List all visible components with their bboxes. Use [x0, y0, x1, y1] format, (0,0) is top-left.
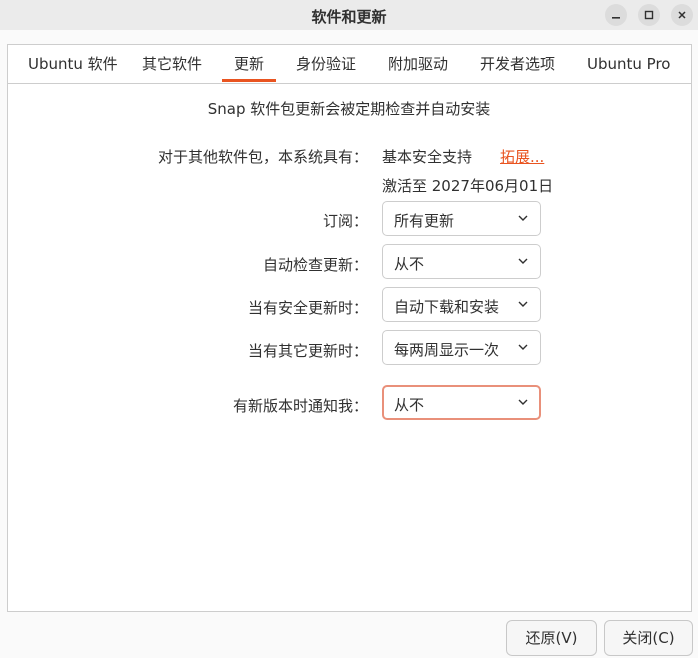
other-updates-label: 当有其它更新时：: [247, 342, 368, 360]
tab-authentication[interactable]: 身份验证: [296, 44, 356, 83]
chevron-down-icon: [518, 399, 528, 405]
subscribe-dropdown-value: 所有更新: [394, 212, 455, 230]
tab-other-software[interactable]: 其它软件: [142, 44, 202, 83]
chevron-down-icon: [518, 215, 528, 221]
tab-ubuntu-pro[interactable]: Ubuntu Pro: [587, 44, 670, 83]
auto-check-label: 自动检查更新：: [262, 256, 368, 274]
title-bar: 软件和更新: [0, 0, 698, 30]
window-title: 软件和更新: [311, 8, 387, 26]
support-value: 基本安全支持: [382, 148, 473, 166]
security-updates-dropdown-value: 自动下载和安装: [394, 298, 500, 316]
maximize-icon[interactable]: [638, 4, 660, 26]
tab-developer-options[interactable]: 开发者选项: [480, 44, 555, 83]
active-tab-indicator: [222, 79, 276, 82]
subscribe-dropdown[interactable]: 所有更新: [382, 201, 541, 236]
tab-bar: Ubuntu 软件 其它软件 更新 身份验证 附加驱动 开发者选项 Ubuntu…: [7, 44, 692, 84]
activation-date: 激活至 2027年06月01日: [382, 177, 554, 195]
close-button[interactable]: 关闭(C): [604, 620, 693, 656]
close-icon[interactable]: [671, 4, 693, 26]
extend-link[interactable]: 拓展...: [500, 146, 544, 167]
tab-updates[interactable]: 更新: [234, 44, 264, 83]
other-updates-dropdown-value: 每两周显示一次: [394, 341, 500, 359]
support-label: 对于其他软件包，本系统具有：: [157, 148, 368, 166]
other-updates-dropdown[interactable]: 每两周显示一次: [382, 330, 541, 365]
security-updates-label: 当有安全更新时：: [247, 299, 368, 317]
notify-new-version-dropdown-value: 从不: [394, 396, 425, 414]
chevron-down-icon: [518, 258, 528, 264]
auto-check-dropdown-value: 从不: [394, 255, 425, 273]
auto-check-dropdown[interactable]: 从不: [382, 244, 541, 279]
snap-notice: Snap 软件包更新会被定期检查并自动安装: [207, 100, 491, 118]
minimize-icon[interactable]: [605, 4, 627, 26]
security-updates-dropdown[interactable]: 自动下载和安装: [382, 287, 541, 322]
notify-new-version-label: 有新版本时通知我：: [232, 397, 368, 415]
revert-button[interactable]: 还原(V): [506, 620, 597, 656]
tab-ubuntu-software[interactable]: Ubuntu 软件: [28, 44, 118, 83]
chevron-down-icon: [518, 344, 528, 350]
subscribe-label: 订阅：: [322, 212, 368, 230]
notify-new-version-dropdown[interactable]: 从不: [382, 385, 541, 420]
chevron-down-icon: [518, 301, 528, 307]
tab-additional-drivers[interactable]: 附加驱动: [388, 44, 448, 83]
notebook-frame: [7, 44, 692, 612]
